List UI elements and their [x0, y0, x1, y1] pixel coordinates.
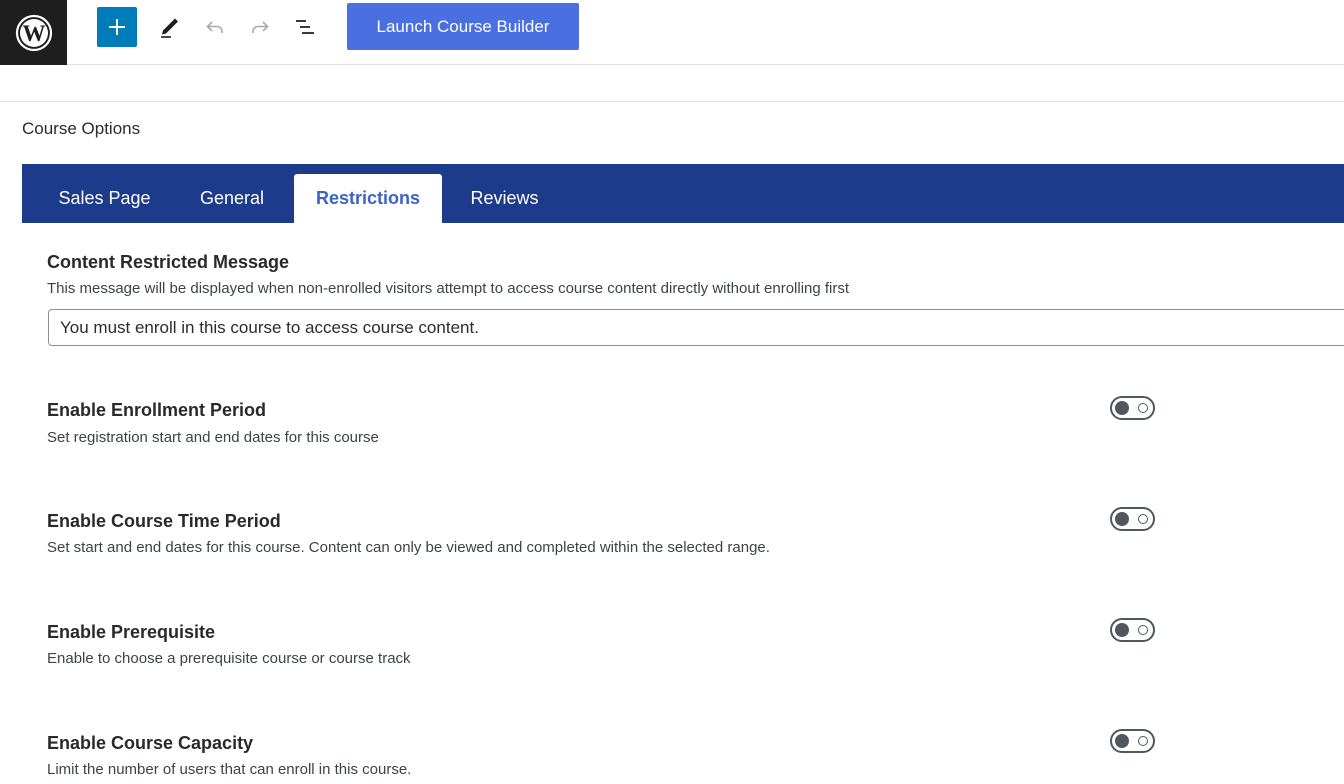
course-capacity-heading: Enable Course Capacity [47, 733, 254, 753]
course-time-period-toggle[interactable] [1110, 507, 1155, 531]
redo-button[interactable] [240, 7, 280, 47]
tab-restrictions[interactable]: Restrictions [294, 174, 442, 223]
tab-sales-page[interactable]: Sales Page [42, 174, 167, 223]
wordpress-logo-icon[interactable]: W [0, 0, 67, 65]
undo-button[interactable] [195, 7, 235, 47]
plus-icon [109, 19, 125, 35]
toggle-off-icon [1138, 736, 1148, 746]
toggle-off-icon [1138, 514, 1148, 524]
svg-text:W: W [22, 21, 45, 46]
undo-icon [206, 21, 223, 33]
toggle-off-icon [1138, 625, 1148, 635]
document-overview-button[interactable] [285, 7, 325, 47]
course-options-title: Course Options [22, 119, 141, 138]
content-restricted-message-heading: Content Restricted Message [47, 252, 290, 272]
editor-subheader [0, 65, 1344, 102]
toggle-knob [1115, 623, 1129, 637]
tab-general[interactable]: General [182, 174, 282, 223]
enrollment-period-toggle[interactable] [1110, 396, 1155, 420]
course-capacity-description: Limit the number of users that can enrol… [47, 761, 412, 778]
enrollment-period-heading: Enable Enrollment Period [47, 400, 267, 420]
list-view-icon [296, 20, 314, 34]
prerequisite-description: Enable to choose a prerequisite course o… [47, 650, 411, 667]
toggle-knob [1115, 512, 1129, 526]
course-options-tabs: Sales Page General Restrictions Reviews [22, 164, 1344, 223]
course-time-period-heading: Enable Course Time Period [47, 511, 281, 531]
toggle-knob [1115, 734, 1129, 748]
prerequisite-heading: Enable Prerequisite [47, 622, 216, 642]
content-restricted-message-description: This message will be displayed when non-… [47, 280, 850, 297]
toggle-knob [1115, 401, 1129, 415]
redo-icon [252, 21, 269, 33]
course-time-period-description: Set start and end dates for this course.… [47, 539, 770, 556]
launch-course-builder-button[interactable]: Launch Course Builder [347, 3, 579, 50]
pencil-icon [161, 18, 178, 38]
prerequisite-toggle[interactable] [1110, 618, 1155, 642]
toggle-off-icon [1138, 403, 1148, 413]
editor-toolbar: W Launch Course Builder [0, 0, 1344, 65]
edit-tools-button[interactable] [150, 7, 190, 47]
course-capacity-toggle[interactable] [1110, 729, 1155, 753]
add-block-button[interactable] [97, 7, 137, 47]
tab-reviews[interactable]: Reviews [452, 174, 557, 223]
content-restricted-message-input[interactable] [48, 309, 1344, 346]
enrollment-period-description: Set registration start and end dates for… [47, 429, 379, 446]
